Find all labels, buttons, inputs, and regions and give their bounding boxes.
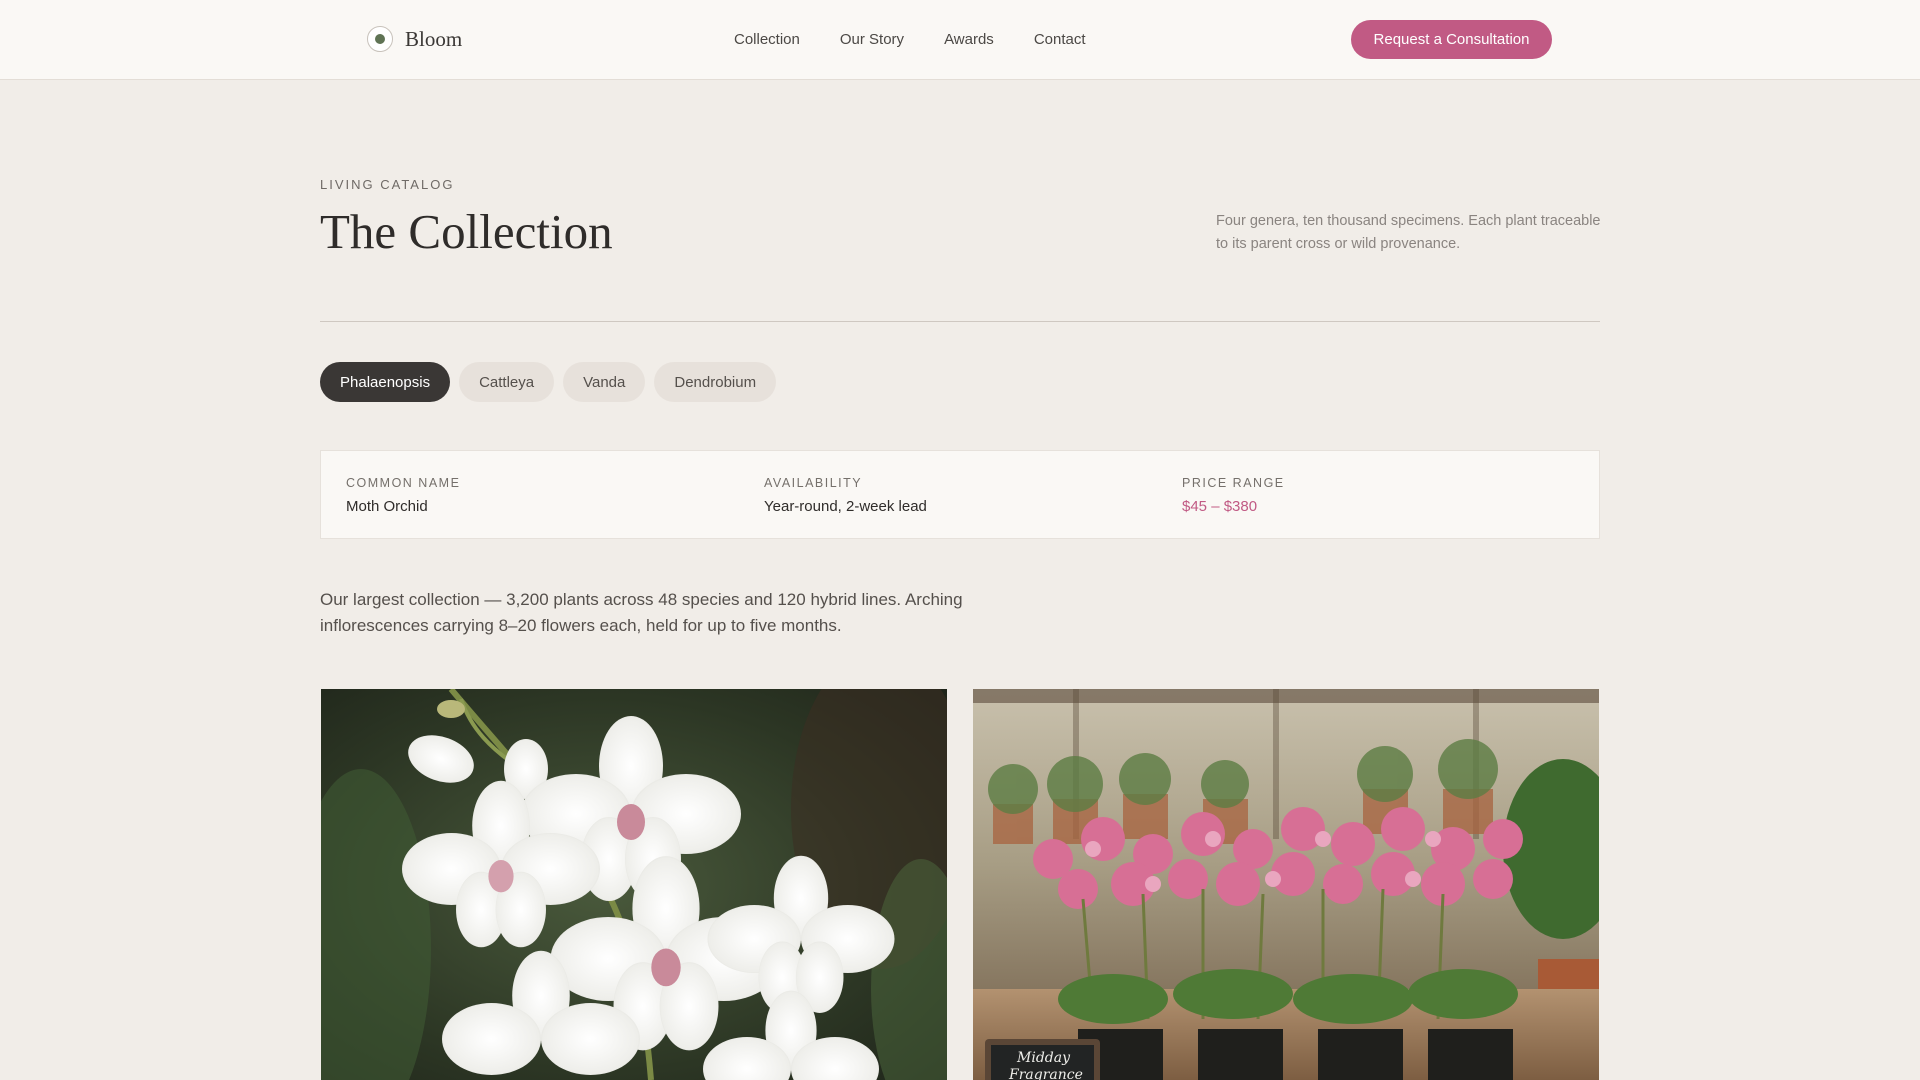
tab-phalaenopsis[interactable]: Phalaenopsis bbox=[320, 362, 451, 402]
sign-text-line-2: Fragrance bbox=[1008, 1067, 1083, 1080]
white-orchid-illustration bbox=[321, 689, 947, 1080]
brand[interactable]: Bloom bbox=[367, 26, 462, 52]
main-nav: Collection Our Story Awards Contact bbox=[734, 31, 1126, 48]
nav-link-collection[interactable]: Collection bbox=[734, 31, 800, 48]
tab-vanda[interactable]: Vanda bbox=[563, 362, 646, 402]
availability-label: AVAILABILITY bbox=[764, 476, 863, 490]
photo-white-phalaenopsis[interactable] bbox=[321, 689, 947, 1080]
sign-text-line-1: Midday bbox=[1016, 1050, 1071, 1066]
price-range-field: PRICE RANGE $45 – $380 bbox=[1182, 476, 1285, 515]
price-range-label: PRICE RANGE bbox=[1182, 476, 1285, 490]
nav-link-contact[interactable]: Contact bbox=[1034, 31, 1086, 48]
common-name-label: COMMON NAME bbox=[346, 476, 461, 490]
tab-dendrobium[interactable]: Dendrobium bbox=[654, 362, 777, 402]
divider bbox=[320, 321, 1600, 322]
genus-info-card: COMMON NAME Moth Orchid AVAILABILITY Yea… bbox=[320, 450, 1600, 539]
page-title: The Collection bbox=[320, 204, 613, 259]
common-name-value: Moth Orchid bbox=[346, 498, 428, 515]
nav-link-our-story[interactable]: Our Story bbox=[840, 31, 904, 48]
brand-name: Bloom bbox=[405, 26, 463, 51]
chalkboard-sign: Midday Fragrance bbox=[985, 1039, 1100, 1080]
availability-field: AVAILABILITY Year-round, 2-week lead bbox=[764, 476, 927, 515]
photo-pink-greenhouse-plants[interactable]: Midday Fragrance bbox=[973, 689, 1599, 1080]
request-consultation-button[interactable]: Request a Consultation bbox=[1351, 20, 1552, 59]
intro-text: Four genera, ten thousand specimens. Eac… bbox=[1216, 213, 1601, 252]
nav-link-awards[interactable]: Awards bbox=[944, 31, 994, 48]
greenhouse-illustration: Midday Fragrance bbox=[973, 689, 1599, 1080]
section-eyebrow: LIVING CATALOG bbox=[320, 177, 455, 192]
site-header: Bloom Collection Our Story Awards Contac… bbox=[0, 0, 1920, 80]
collection-description: Our largest collection — 3,200 plants ac… bbox=[320, 590, 963, 635]
price-range-value: $45 – $380 bbox=[1182, 498, 1258, 515]
tab-cattleya[interactable]: Cattleya bbox=[459, 362, 555, 402]
common-name-field: COMMON NAME Moth Orchid bbox=[346, 476, 460, 515]
genus-filter-tabs: Phalaenopsis Cattleya Vanda Dendrobium bbox=[320, 362, 777, 402]
availability-value: Year-round, 2-week lead bbox=[764, 498, 927, 515]
logo-mark-icon bbox=[367, 26, 393, 52]
